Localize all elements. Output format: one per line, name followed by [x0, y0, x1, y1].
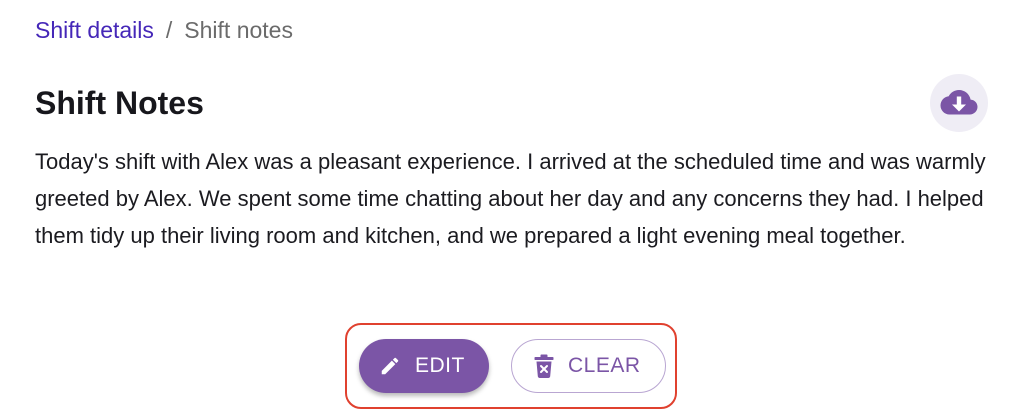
breadcrumb-shift-details-link[interactable]: Shift details: [35, 16, 154, 44]
breadcrumb: Shift details / Shift notes: [35, 16, 293, 44]
download-button[interactable]: [930, 74, 988, 132]
breadcrumb-current: Shift notes: [184, 17, 293, 43]
shift-notes-text: Today's shift with Alex was a pleasant e…: [35, 149, 986, 248]
breadcrumb-separator: /: [165, 17, 173, 43]
cloud-download-icon: [940, 89, 978, 117]
clear-button[interactable]: CLEAR: [511, 339, 666, 393]
clear-button-label: CLEAR: [568, 354, 641, 377]
trash-icon: [534, 354, 554, 378]
page-title: Shift Notes: [35, 85, 204, 121]
edit-button-label: EDIT: [415, 354, 465, 377]
pencil-icon: [379, 355, 401, 377]
edit-button[interactable]: EDIT: [359, 339, 489, 393]
